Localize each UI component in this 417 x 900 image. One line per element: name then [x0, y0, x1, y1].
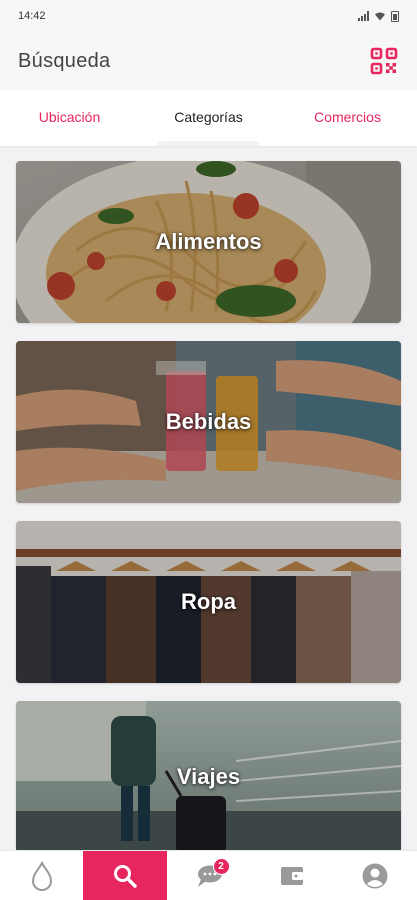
- tab-ubicacion[interactable]: Ubicación: [0, 90, 139, 146]
- page-title: Búsqueda: [18, 49, 111, 72]
- status-time: 14:42: [18, 10, 46, 22]
- status-bar: 14:42: [0, 0, 417, 32]
- tab-bar: Ubicación Categorías Comercios: [0, 90, 417, 146]
- home-drop-icon: [31, 860, 52, 891]
- category-card-ropa[interactable]: Ropa: [16, 521, 401, 683]
- category-list: Alimentos Bebidas Ropa Viajes: [16, 161, 401, 853]
- profile-icon: [362, 863, 388, 888]
- bottom-nav: 2: [0, 850, 417, 900]
- category-card-viajes[interactable]: Viajes: [16, 701, 401, 853]
- tab-comercios[interactable]: Comercios: [278, 90, 417, 146]
- category-label: Viajes: [176, 764, 241, 789]
- category-card-alimentos[interactable]: Alimentos: [16, 161, 401, 323]
- nav-messages[interactable]: 2: [167, 851, 250, 900]
- wallet-icon: [280, 866, 303, 885]
- category-label: Ropa: [181, 589, 236, 614]
- search-icon: [114, 864, 137, 888]
- nav-wallet[interactable]: [250, 851, 333, 900]
- qr-scan-button[interactable]: [369, 46, 399, 76]
- status-icons: [358, 10, 399, 22]
- category-card-bebidas[interactable]: Bebidas: [16, 341, 401, 503]
- nav-search[interactable]: [83, 851, 167, 900]
- wifi-icon: [375, 12, 385, 21]
- battery-icon: [391, 10, 399, 22]
- nav-home[interactable]: [0, 851, 83, 900]
- tab-categorias[interactable]: Categorías: [139, 90, 278, 146]
- signal-icon: [358, 11, 369, 21]
- notification-badge: 2: [212, 858, 230, 875]
- category-label: Alimentos: [155, 229, 262, 254]
- app-header: Búsqueda: [0, 32, 417, 90]
- category-label: Bebidas: [165, 409, 252, 434]
- qr-code-icon: [370, 47, 398, 75]
- nav-profile[interactable]: [334, 851, 417, 900]
